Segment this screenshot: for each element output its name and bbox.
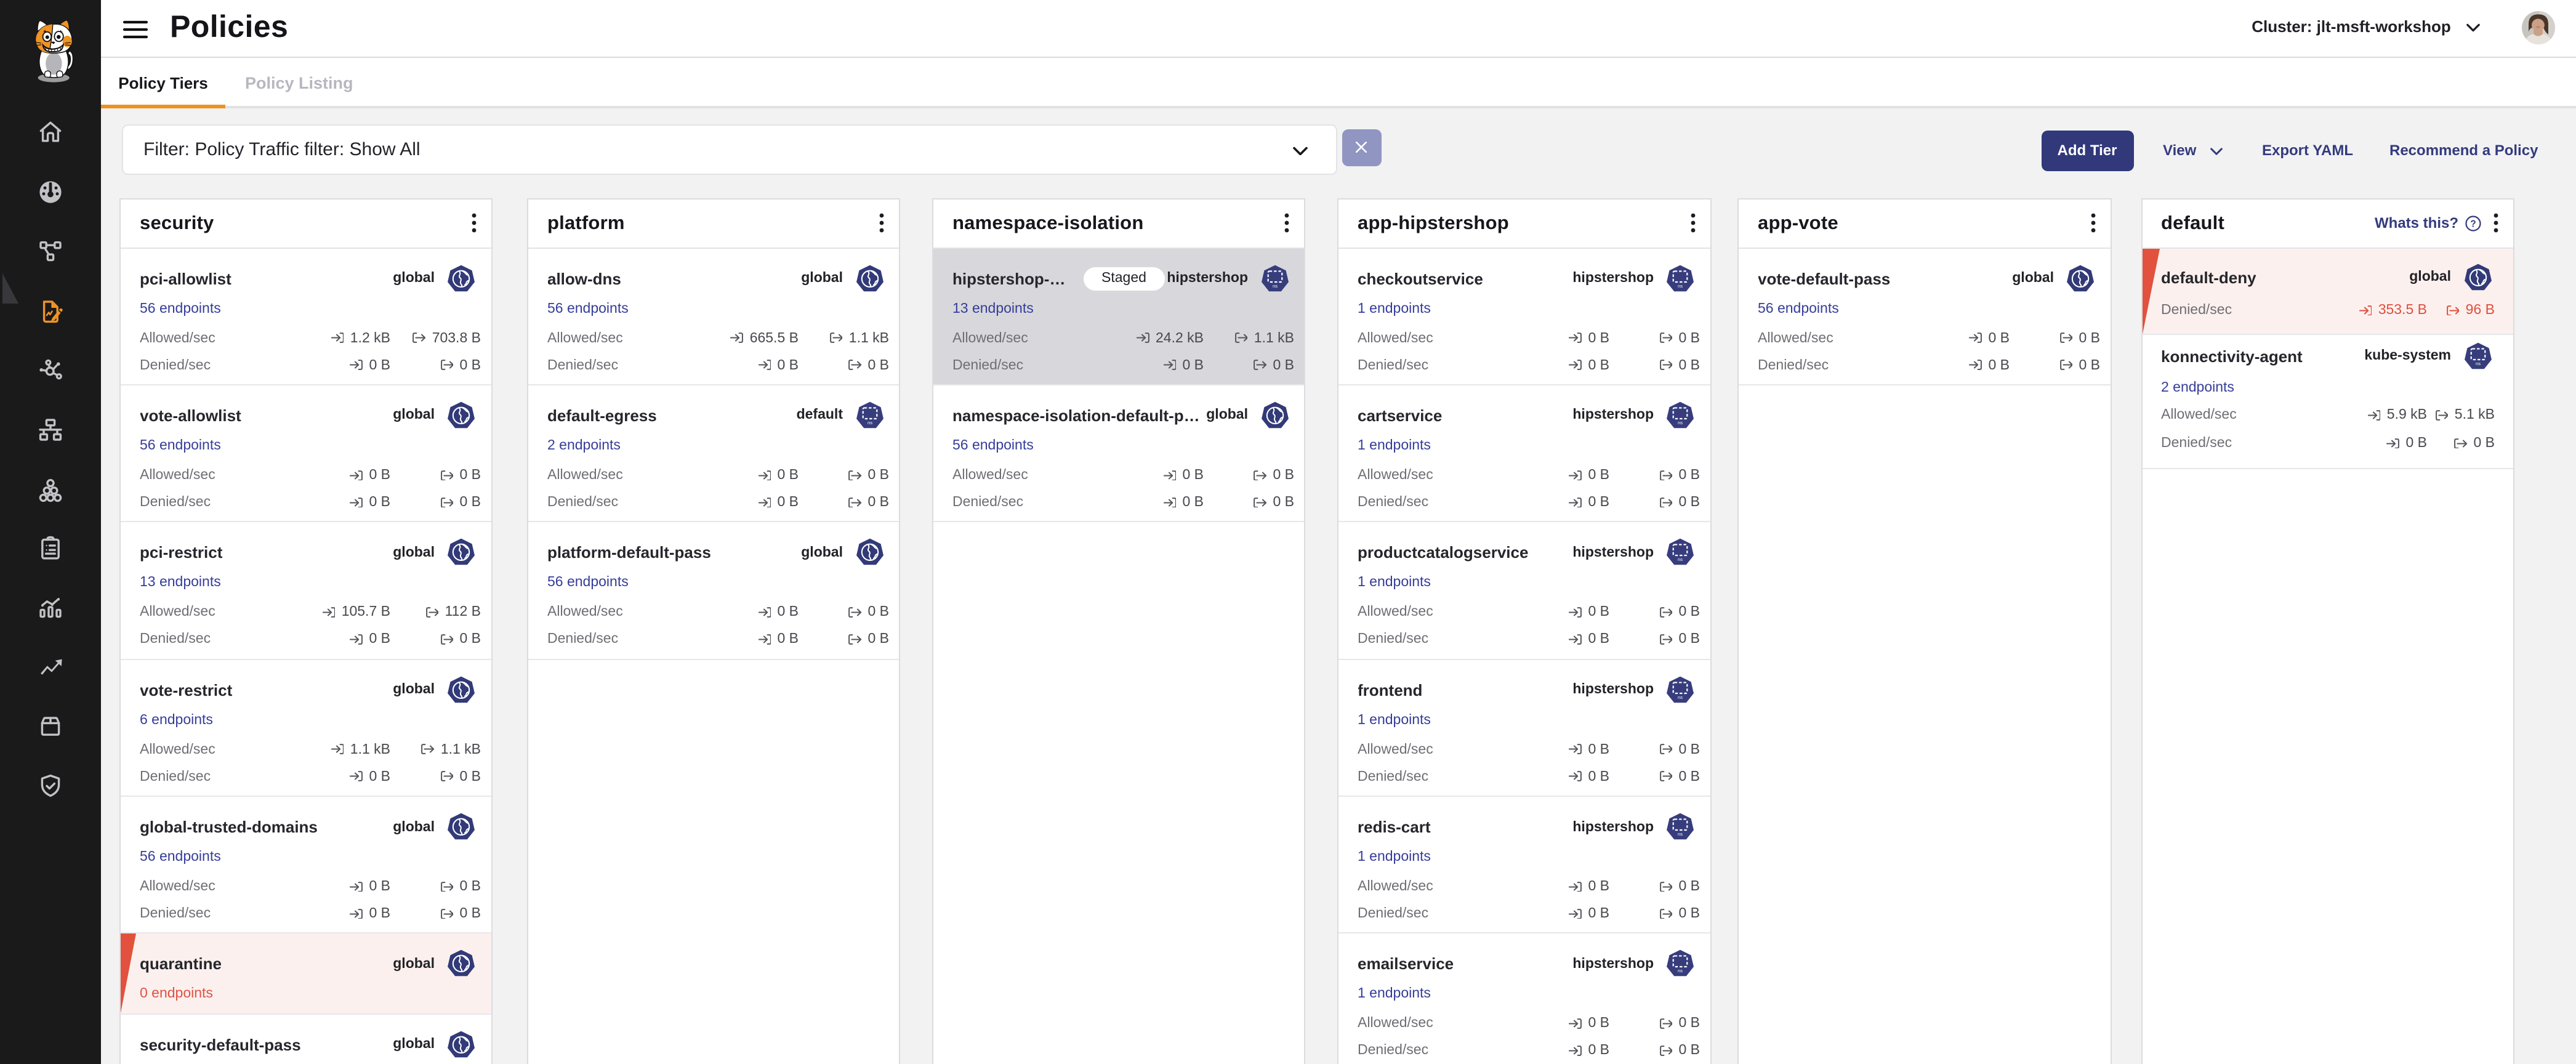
svg-text:ns: ns xyxy=(867,420,872,425)
svg-text:ns: ns xyxy=(1678,420,1683,425)
svg-text:ns: ns xyxy=(1678,969,1683,974)
svg-text:ns: ns xyxy=(1678,557,1683,563)
svg-text:ns: ns xyxy=(1678,831,1683,837)
svg-text:ns: ns xyxy=(2475,361,2480,366)
svg-text:ns: ns xyxy=(1678,283,1683,288)
svg-text:ns: ns xyxy=(1272,283,1277,288)
svg-text:ns: ns xyxy=(1678,695,1683,700)
svg-text:?: ? xyxy=(2469,218,2475,228)
